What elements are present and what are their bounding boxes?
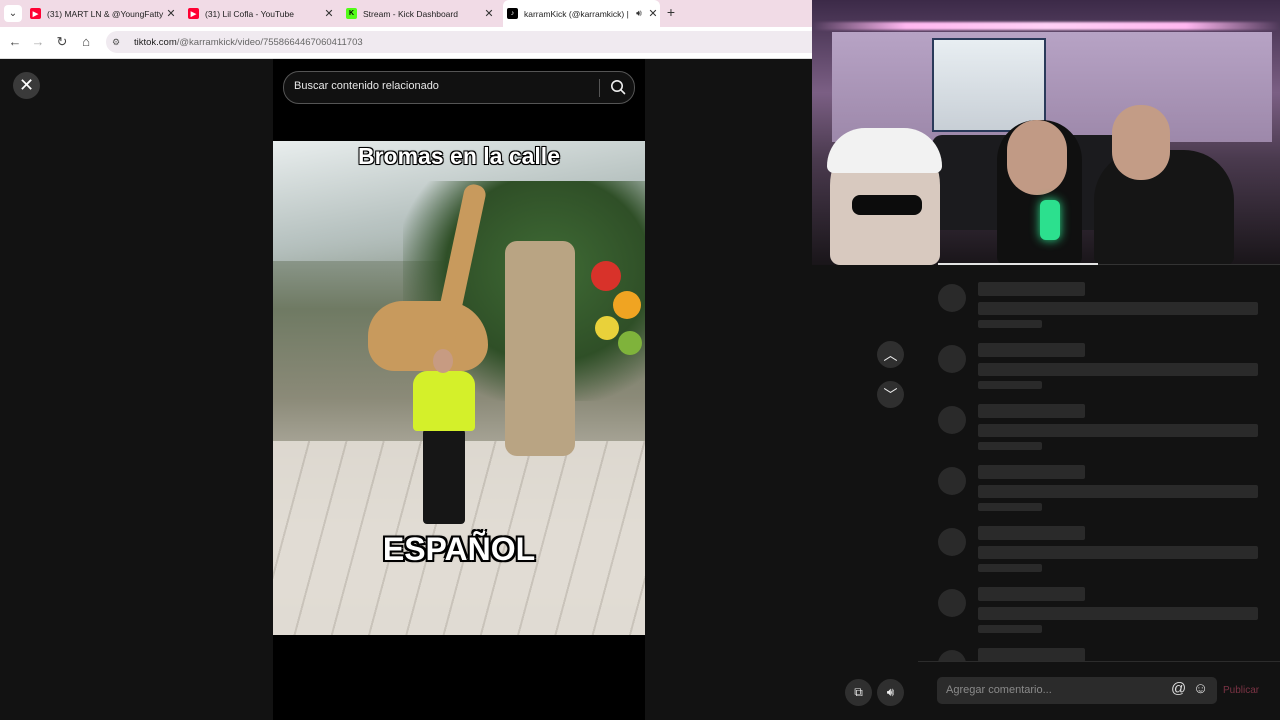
previous-video-button[interactable]: ︿ [877, 341, 904, 368]
tiktok-video-page: ✕ Buscar contenido relacionado Bromas en… [0, 59, 904, 720]
tab-title: karramKick (@karramkick) | [524, 8, 629, 19]
tab-title: (31) Lil Cofla - YouTube [205, 8, 294, 19]
site-settings-icon[interactable]: ⚙ [112, 37, 128, 48]
comment-skeleton [938, 282, 1268, 342]
url-path: /@karramkick/video/7558664467060411703 [176, 36, 363, 48]
search-input[interactable]: Buscar contenido relacionado [294, 80, 439, 92]
microphone [1040, 200, 1060, 240]
tab-strip: ⌄ ▶ (31) MART LN & @YoungFatty ✕ ▶ (31) … [0, 0, 812, 27]
comment-input[interactable]: Agregar comentario... @ ☺ [937, 677, 1217, 704]
comment-skeleton [938, 587, 1268, 647]
youtube-icon: ▶ [188, 8, 199, 19]
search-divider [599, 79, 600, 97]
address-bar[interactable]: ⚙ tiktok.com/@karramkick/video/755866446… [106, 31, 812, 53]
security-guard [413, 371, 475, 431]
mention-icon[interactable]: @ [1171, 680, 1186, 697]
comments-tab-indicator [938, 263, 1098, 265]
comment-skeleton [938, 526, 1268, 586]
tab-search-chevron-down-icon[interactable]: ⌄ [4, 5, 22, 22]
picture-in-picture-icon[interactable]: ⧉ [845, 679, 872, 706]
comment-skeleton [938, 648, 1268, 661]
kick-icon: K [346, 8, 357, 19]
person-left-sunglasses [852, 195, 922, 215]
tab-mart-ln[interactable]: ▶ (31) MART LN & @YoungFatty ✕ [30, 0, 178, 27]
related-search-box[interactable]: Buscar contenido relacionado [283, 71, 635, 104]
person-middle [1007, 120, 1067, 195]
comment-skeleton [938, 465, 1268, 525]
back-arrow-icon[interactable]: ← [7, 34, 23, 49]
tab-lil-cofla[interactable]: ▶ (31) Lil Cofla - YouTube ✕ [188, 0, 336, 27]
led-strip [812, 22, 1280, 30]
tab-close-icon[interactable]: ✕ [322, 7, 336, 20]
tab-title: Stream - Kick Dashboard [363, 8, 458, 19]
emoji-icon[interactable]: ☺ [1193, 680, 1208, 697]
video-column: Buscar contenido relacionado Bromas en l… [273, 59, 645, 720]
next-video-button[interactable]: ﹀ [877, 381, 904, 408]
volume-icon[interactable]: 🔊︎ [877, 679, 904, 706]
new-tab-plus-icon[interactable]: + [664, 4, 678, 20]
comment-placeholder: Agregar comentario... [946, 684, 1052, 696]
comments-panel: Agregar comentario... @ ☺ Publicar [918, 263, 1280, 720]
youtube-icon: ▶ [30, 8, 41, 19]
home-icon[interactable]: ⌂ [78, 34, 94, 49]
person-left-cap [827, 128, 942, 173]
forward-arrow-icon[interactable]: → [30, 34, 46, 49]
tab-close-icon[interactable]: ✕ [646, 7, 660, 20]
publish-button[interactable]: Publicar [1223, 685, 1259, 696]
comment-skeleton [938, 343, 1268, 403]
wall-poster [932, 38, 1046, 132]
person-right [1112, 105, 1170, 180]
tab-kick-dashboard[interactable]: K Stream - Kick Dashboard ✕ [346, 0, 496, 27]
browser-toolbar: ← → ↻ ⌂ ⚙ tiktok.com/@karramkick/video/7… [0, 27, 812, 59]
tab-close-icon[interactable]: ✕ [482, 7, 496, 20]
tab-tiktok-active[interactable]: ♪ karramKick (@karramkick) | 🔊︎ ✕ [503, 0, 660, 27]
video-caption-top: Bromas en la calle [358, 143, 560, 169]
video-player[interactable]: Bromas en la calle ESPAÑOL [273, 141, 645, 635]
giraffe-statue [368, 301, 488, 371]
speaker-icon[interactable]: 🔊︎ [632, 8, 646, 19]
tiktok-icon: ♪ [507, 8, 518, 19]
reload-icon[interactable]: ↻ [54, 34, 70, 50]
close-video-button[interactable]: ✕ [13, 72, 40, 99]
tab-close-icon[interactable]: ✕ [164, 7, 178, 20]
search-icon[interactable] [609, 78, 627, 96]
tiki-statue [505, 241, 575, 456]
tab-title: (31) MART LN & @YoungFatty [47, 8, 164, 19]
streamer-webcam-overlay [812, 0, 1280, 265]
url-host: tiktok.com [134, 36, 177, 48]
comment-skeleton [938, 404, 1268, 464]
video-caption-bottom: ESPAÑOL [382, 531, 536, 567]
